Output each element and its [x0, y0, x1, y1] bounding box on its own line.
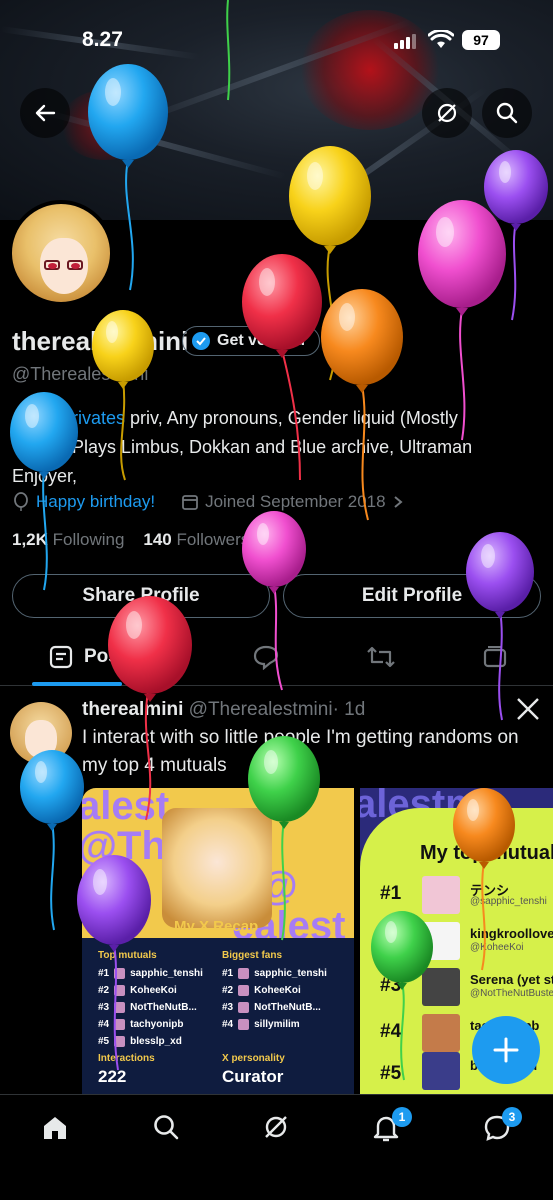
wifi-icon	[428, 30, 454, 48]
chevron-right-icon[interactable]	[392, 495, 404, 509]
x-logo-icon	[517, 698, 539, 720]
grok-icon	[265, 1116, 287, 1138]
balloon-icon	[14, 492, 28, 511]
nav-home[interactable]	[40, 1113, 70, 1148]
calendar-icon	[182, 495, 198, 510]
post-time: · 1d	[332, 699, 366, 720]
posts-icon	[49, 645, 73, 669]
display-name: therealestmini	[12, 326, 189, 356]
avatar-face	[40, 238, 88, 294]
tab-replies[interactable]	[252, 644, 280, 675]
get-verified-label: Get verified	[217, 332, 306, 349]
edit-profile-button[interactable]: Edit Profile	[283, 574, 541, 618]
recap-title: My X Recap	[174, 918, 259, 935]
profile-meta: Happy birthday! Joined September 2018	[12, 492, 404, 512]
post-avatar[interactable]	[10, 702, 72, 764]
media-icon	[483, 646, 507, 668]
grok-icon	[437, 103, 457, 123]
post-text: I interact with so little people I'm get…	[82, 727, 519, 776]
reply-icon	[253, 645, 279, 671]
bottom-navigation: 1 3	[0, 1094, 553, 1200]
search-icon	[154, 1115, 179, 1140]
tab-posts[interactable]: Posts	[48, 644, 136, 670]
home-icon	[44, 1117, 66, 1139]
nav-search[interactable]	[152, 1113, 180, 1146]
post-header: therealmini @Therealestmini· 1d	[82, 699, 365, 721]
search-button[interactable]	[482, 88, 532, 138]
profile-avatar[interactable]	[8, 200, 114, 306]
notifications-badge: 1	[392, 1107, 412, 1127]
compose-button[interactable]	[472, 1016, 540, 1084]
status-time: 8.27	[82, 28, 123, 51]
battery-indicator: 97	[462, 30, 500, 50]
tab-reposts[interactable]	[366, 644, 396, 675]
active-tab-indicator	[32, 682, 122, 686]
verified-badge-icon	[192, 332, 210, 350]
post-author-handle: @Therealestmini	[188, 699, 333, 720]
joined-date: Joined September 2018	[205, 492, 386, 511]
plus-icon	[493, 1037, 519, 1063]
follow-counts: 1,2K Following 140 Followers	[12, 530, 249, 550]
signal-icon	[394, 34, 416, 49]
repost-icon	[367, 646, 395, 668]
share-profile-button[interactable]: Share Profile	[12, 574, 270, 618]
search-icon	[496, 102, 518, 124]
tab-media[interactable]	[482, 644, 508, 675]
get-verified-button[interactable]: Get verified	[182, 326, 321, 356]
nav-grok[interactable]	[262, 1113, 290, 1146]
back-button[interactable]	[20, 88, 70, 138]
messages-badge: 3	[502, 1107, 522, 1127]
profile-handle: @Therealestmini	[12, 364, 149, 384]
profile-bio: privates priv, Any pronouns, Gender liqu…	[12, 408, 473, 486]
profile-tabs: Posts	[0, 630, 553, 686]
arrow-left-icon	[35, 104, 56, 122]
birthday-link[interactable]: Happy birthday!	[36, 492, 155, 512]
recap-image[interactable]: alest @Ther ni @ ealest My X Recap Top m…	[82, 788, 354, 1094]
post-author-name[interactable]: therealmini	[82, 699, 183, 720]
following-link[interactable]: 1,2K Following	[12, 530, 124, 549]
status-bar: 8.27 97	[0, 28, 553, 54]
bio-link[interactable]: privates	[62, 408, 125, 428]
followers-link[interactable]: 140 Followers	[143, 530, 249, 549]
grok-button[interactable]	[422, 88, 472, 138]
